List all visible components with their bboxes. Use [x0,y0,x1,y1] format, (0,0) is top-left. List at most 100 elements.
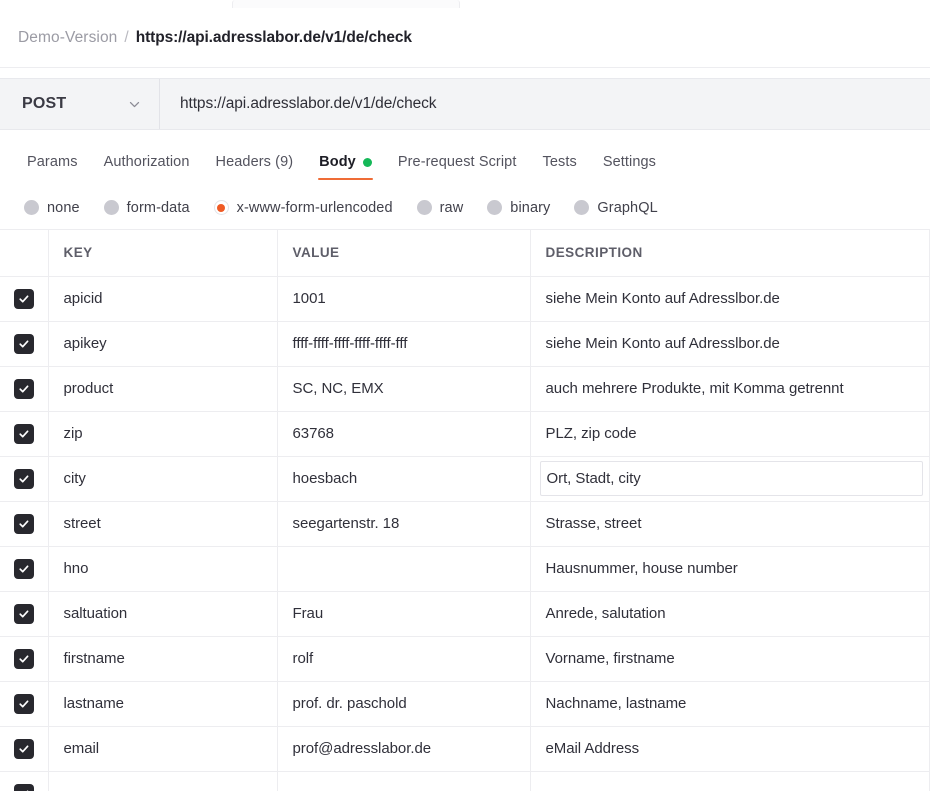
tab-pre-request-script[interactable]: Pre-request Script [385,138,530,186]
param-value-cell[interactable]: hoesbach [277,456,531,502]
column-header-key: KEY [48,230,278,277]
row-checkbox[interactable] [13,648,34,669]
row-checkbox[interactable] [13,423,34,444]
param-key-cell[interactable]: saltuation [48,591,278,637]
param-value-cell[interactable] [277,546,531,592]
row-checkbox[interactable] [13,738,34,759]
table-row: apikey ffff-ffff-ffff-ffff-ffff-fff siehe … [0,321,930,367]
row-select-cell [0,681,49,727]
param-key-cell[interactable]: product [48,366,278,412]
tab-headers[interactable]: Headers (9) [203,138,307,186]
table-row: street seegartenstr. 18 Strasse, street [0,501,930,547]
param-description-cell[interactable]: Anrede, salutation [530,591,930,637]
param-description-cell[interactable]: Ort, Stadt, city [530,456,930,502]
param-description-cell[interactable]: eMail Address [530,726,930,772]
tab-authorization[interactable]: Authorization [91,138,203,186]
param-key-cell[interactable]: apicid [48,276,278,322]
param-key-cell[interactable]: lastname [48,681,278,727]
param-description-cell[interactable]: Vorname, firstname [530,636,930,682]
row-select-cell [0,456,49,502]
tab-headers-label: Headers (9) [215,154,294,170]
body-type-binary[interactable]: binary [477,200,560,216]
param-value-cell[interactable]: rolf [277,636,531,682]
body-type-x-www-form-urlencoded[interactable]: x-www-form-urlencoded [204,200,403,216]
param-key-cell[interactable]: city [48,456,278,502]
param-key-cell[interactable]: hno [48,546,278,592]
param-value-cell[interactable]: prof. dr. paschold [277,681,531,727]
param-description-cell[interactable]: siehe Mein Konto auf Adresslbor.de [530,276,930,322]
param-key-cell[interactable]: email [48,726,278,772]
tab-settings[interactable]: Settings [590,138,669,186]
active-tab-underline [318,177,373,180]
table-row: product SC, NC, EMX auch mehrere Produkte,… [0,366,930,412]
postman-request-pane: Demo-Version / https://api.adresslabor.d… [0,0,930,791]
param-description-cell[interactable] [530,771,930,791]
param-description-cell[interactable]: Strasse, street [530,501,930,547]
body-type-raw[interactable]: raw [407,200,474,216]
column-header-value: VALUE [277,230,531,277]
tab-body[interactable]: Body [306,138,385,186]
param-value-cell[interactable]: Frau [277,591,531,637]
table-row: zip 63768 PLZ, zip code [0,411,930,457]
body-type-none[interactable]: none [14,200,90,216]
param-value-cell[interactable]: prof@adresslabor.de [277,726,531,772]
body-type-form-data[interactable]: form-data [94,200,200,216]
column-header-select [0,230,49,277]
param-key-cell[interactable]: firstname [48,636,278,682]
param-value-cell[interactable]: 1001 [277,276,531,322]
param-value-cell[interactable]: seegartenstr. 18 [277,501,531,547]
row-select-cell [0,411,49,457]
row-checkbox[interactable] [13,558,34,579]
radio-icon [416,200,432,215]
param-description-cell[interactable]: auch mehrere Produkte, mit Komma getrenn… [530,366,930,412]
param-key-cell[interactable]: street [48,501,278,547]
param-value-cell[interactable]: ffff-ffff-ffff-ffff-ffff-fff [277,321,531,367]
table-header: KEY VALUE DESCRIPTION [0,230,930,277]
param-description-input[interactable]: Ort, Stadt, city [539,461,923,496]
tab-authorization-label: Authorization [103,154,190,170]
row-checkbox[interactable] [13,468,34,489]
param-value-cell[interactable]: SC, NC, EMX [277,366,531,412]
table-row: email prof@adresslabor.de eMail Address [0,726,930,772]
body-params-table: KEY VALUE DESCRIPTION apicid 1001 siehe Me… [0,230,930,791]
breadcrumb-root[interactable]: Demo-Version [18,29,117,47]
param-description-cell[interactable]: PLZ, zip code [530,411,930,457]
table-body: apicid 1001 siehe Mein Konto auf Adresslbo… [0,276,930,791]
param-key-cell[interactable]: zip [48,411,278,457]
row-checkbox[interactable] [13,378,34,399]
row-checkbox[interactable] [13,288,34,309]
table-row [0,771,930,791]
body-type-radio-group: none form-data x-www-form-urlencoded raw… [0,186,930,230]
radio-icon [574,200,590,215]
http-method-select[interactable]: POST [0,79,160,129]
chevron-down-icon [128,98,141,111]
tab-settings-label: Settings [602,154,657,170]
param-key-cell[interactable]: apikey [48,321,278,367]
request-section-tabs: Params Authorization Headers (9) Body Pr… [0,138,930,186]
param-value-cell[interactable] [277,771,531,791]
open-request-tab[interactable] [232,0,460,8]
table-row: apicid 1001 siehe Mein Konto auf Adresslbo… [0,276,930,322]
body-type-x-www-form-urlencoded-label: x-www-form-urlencoded [236,199,393,216]
tab-params[interactable]: Params [14,138,91,186]
body-params-table-container: KEY VALUE DESCRIPTION apicid 1001 siehe Me… [0,230,930,791]
param-key-cell[interactable] [48,771,278,791]
column-header-description: DESCRIPTION [530,230,930,277]
table-row: city hoesbach Ort, Stadt, city [0,456,930,502]
breadcrumb: Demo-Version / https://api.adresslabor.d… [0,8,930,68]
param-value-cell[interactable]: 63768 [277,411,531,457]
param-description-cell[interactable]: Hausnummer, house number [530,546,930,592]
tab-tests[interactable]: Tests [529,138,589,186]
body-type-graphql[interactable]: GraphQL [564,200,667,216]
row-checkbox[interactable] [13,333,34,354]
row-checkbox[interactable] [13,603,34,624]
param-description-cell[interactable]: Nachname, lastname [530,681,930,727]
row-checkbox[interactable] [13,783,34,791]
param-description-cell[interactable]: siehe Mein Konto auf Adresslbor.de [530,321,930,367]
row-checkbox[interactable] [13,513,34,534]
request-url-input[interactable]: https://api.adresslabor.de/v1/de/check [160,79,930,129]
row-checkbox[interactable] [13,693,34,714]
breadcrumb-current[interactable]: https://api.adresslabor.de/v1/de/check [136,29,412,47]
row-select-cell [0,366,49,412]
request-tab-strip [0,0,930,8]
